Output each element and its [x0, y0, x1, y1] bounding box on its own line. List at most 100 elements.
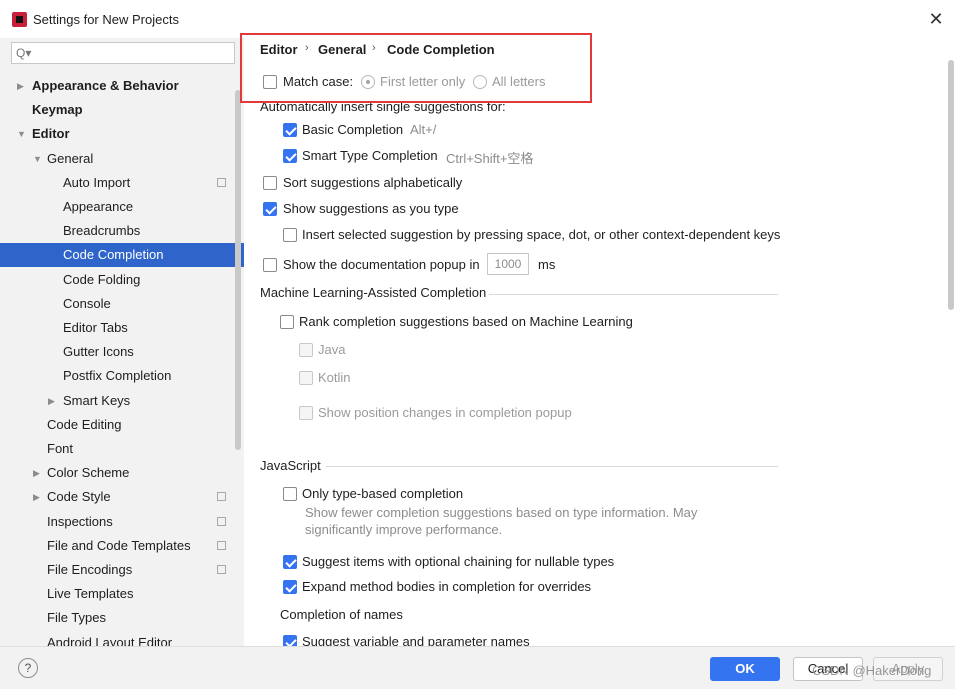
sidebar-item[interactable]: Inspections — [0, 510, 244, 534]
sidebar-item[interactable]: Breadcrumbs — [0, 219, 244, 243]
javascript-section-divider — [326, 466, 778, 467]
intellij-app-icon — [12, 12, 27, 27]
js-expand-method-checkbox[interactable] — [283, 580, 297, 594]
sidebar-item-label: Smart Keys — [63, 392, 131, 408]
sidebar-item[interactable]: ▶ Smart Keys — [0, 389, 244, 413]
project-scope-icon — [217, 177, 226, 187]
sidebar-item[interactable]: ▼ Editor — [0, 122, 244, 146]
search-icon: Q▾ — [16, 46, 32, 60]
sidebar-item-label: Postfix Completion — [63, 368, 172, 384]
ml-rank-label: Rank completion suggestions based on Mac… — [299, 314, 633, 329]
ok-button[interactable]: OK — [710, 657, 780, 681]
search-input[interactable]: Q▾ — [11, 42, 235, 64]
collapsed-arrow-icon[interactable]: ▶ — [48, 389, 55, 413]
settings-sidebar: Q▾ ▶ Appearance & Behavior Keymap ▼ Editor ▼ G… — [0, 38, 244, 646]
ml-section-divider — [489, 294, 778, 295]
basic-completion-shortcut: Alt+/ — [410, 122, 437, 137]
sidebar-item[interactable]: Editor Tabs — [0, 316, 244, 340]
settings-content: Editor › General › Code Completion Match… — [244, 38, 955, 646]
close-icon[interactable]: ✕ — [925, 8, 947, 30]
suggest-var-names-checkbox[interactable] — [283, 635, 297, 646]
sidebar-item-label: General — [47, 150, 94, 166]
sidebar-item-label: Keymap — [32, 102, 83, 118]
project-scope-icon — [217, 516, 226, 526]
sidebar-item[interactable]: ▼ General — [0, 147, 244, 171]
sidebar-item-label: Editor — [32, 126, 70, 142]
js-optional-chaining-label: Suggest items with optional chaining for… — [302, 554, 615, 569]
collapsed-arrow-icon[interactable]: ▶ — [33, 461, 40, 485]
ml-kotlin-label: Kotlin — [318, 370, 351, 385]
sidebar-item[interactable]: File Encodings — [0, 558, 244, 582]
ml-java-checkbox[interactable] — [299, 343, 313, 357]
ml-show-position-checkbox[interactable] — [299, 406, 313, 420]
dialog-footer: ? OK Cancel Apply CSDN @HakerDong — [0, 646, 955, 689]
sidebar-item[interactable]: Gutter Icons — [0, 340, 244, 364]
ml-rank-checkbox[interactable] — [280, 315, 294, 329]
sidebar-item-label: Editor Tabs — [63, 320, 128, 335]
javascript-section-header: JavaScript — [260, 458, 321, 473]
sidebar-item[interactable]: Keymap — [0, 98, 244, 122]
sidebar-item-label: Code Editing — [47, 416, 122, 432]
sidebar-item-label: File Encodings — [47, 562, 133, 577]
sidebar-item-label: Color Scheme — [47, 465, 130, 481]
project-scope-icon — [217, 565, 226, 574]
doc-popup-checkbox[interactable] — [263, 258, 277, 272]
suggest-var-names-label: Suggest variable and parameter names — [302, 634, 530, 646]
sidebar-item[interactable]: Font — [0, 437, 244, 461]
collapsed-arrow-icon[interactable]: ▶ — [33, 485, 40, 509]
sidebar-item[interactable]: ▶ Appearance & Behavior — [0, 74, 244, 98]
sidebar-item[interactable]: Auto Import — [0, 171, 244, 195]
js-expand-method-label: Expand method bodies in completion for o… — [302, 579, 592, 594]
sidebar-item[interactable]: Postfix Completion — [0, 364, 244, 388]
sidebar-item[interactable]: Live Templates — [0, 582, 244, 606]
ml-java-label: Java — [318, 342, 346, 357]
js-optional-chaining-checkbox[interactable] — [283, 555, 297, 569]
sidebar-item[interactable]: Android Layout Editor — [0, 631, 244, 646]
sidebar-item[interactable]: ▶ Code Style — [0, 485, 244, 509]
help-button[interactable]: ? — [18, 658, 38, 678]
sort-alphabetically-label: Sort suggestions alphabetically — [283, 175, 463, 190]
smart-type-completion-label: Smart Type Completion — [302, 148, 438, 163]
js-type-based-description-line1: Show fewer completion suggestions based … — [305, 505, 698, 520]
doc-popup-delay-input[interactable]: 1000 — [487, 253, 529, 275]
sidebar-item-label: Android Layout Editor — [47, 634, 173, 646]
sidebar-item-label: Live Templates — [47, 586, 134, 602]
sidebar-item-label: Code Style — [47, 489, 111, 505]
sort-alphabetically-checkbox[interactable] — [263, 176, 277, 190]
sidebar-item-label: Font — [47, 441, 74, 456]
sidebar-item[interactable]: Console — [0, 292, 244, 316]
sidebar-scrollbar[interactable] — [235, 90, 241, 450]
ml-show-position-label: Show position changes in completion popu… — [318, 405, 572, 420]
collapsed-arrow-icon[interactable]: ▶ — [17, 74, 24, 98]
expanded-arrow-icon[interactable]: ▼ — [17, 122, 26, 146]
sidebar-item[interactable]: Code Editing — [0, 413, 244, 437]
highlight-annotation-box — [240, 33, 592, 103]
insert-selected-checkbox[interactable] — [283, 228, 297, 242]
sidebar-item-label: Appearance — [63, 199, 134, 214]
insert-selected-label: Insert selected suggestion by pressing s… — [302, 227, 781, 242]
sidebar-item-label: Breadcrumbs — [63, 223, 141, 239]
project-scope-icon — [217, 492, 226, 502]
sidebar-item[interactable]: Appearance — [0, 195, 244, 219]
doc-popup-label: Show the documentation popup in — [283, 257, 480, 272]
js-type-based-checkbox[interactable] — [283, 487, 297, 501]
basic-completion-checkbox[interactable] — [283, 123, 297, 137]
basic-completion-label: Basic Completion — [302, 122, 404, 137]
sidebar-item-label: File and Code Templates — [47, 537, 191, 553]
sidebar-item[interactable]: ▶ Color Scheme — [0, 461, 244, 485]
sidebar-item[interactable]: File Types — [0, 606, 244, 630]
sidebar-item[interactable]: Code Folding — [0, 268, 244, 292]
show-as-type-label: Show suggestions as you type — [283, 201, 459, 216]
sidebar-item[interactable]: Code Completion — [0, 243, 244, 268]
sidebar-item[interactable]: File and Code Templates — [0, 534, 244, 558]
smart-type-completion-checkbox[interactable] — [283, 149, 297, 163]
show-as-type-checkbox[interactable] — [263, 202, 277, 216]
expanded-arrow-icon[interactable]: ▼ — [33, 147, 42, 171]
sidebar-item-label: Auto Import — [63, 174, 131, 190]
content-scrollbar[interactable] — [948, 60, 954, 310]
smart-type-completion-shortcut: Ctrl+Shift+空格 — [446, 151, 534, 166]
project-scope-icon — [217, 540, 226, 550]
sidebar-item-label: Code Folding — [63, 271, 141, 287]
ml-kotlin-checkbox[interactable] — [299, 371, 313, 385]
sidebar-item-label: Gutter Icons — [63, 344, 134, 360]
